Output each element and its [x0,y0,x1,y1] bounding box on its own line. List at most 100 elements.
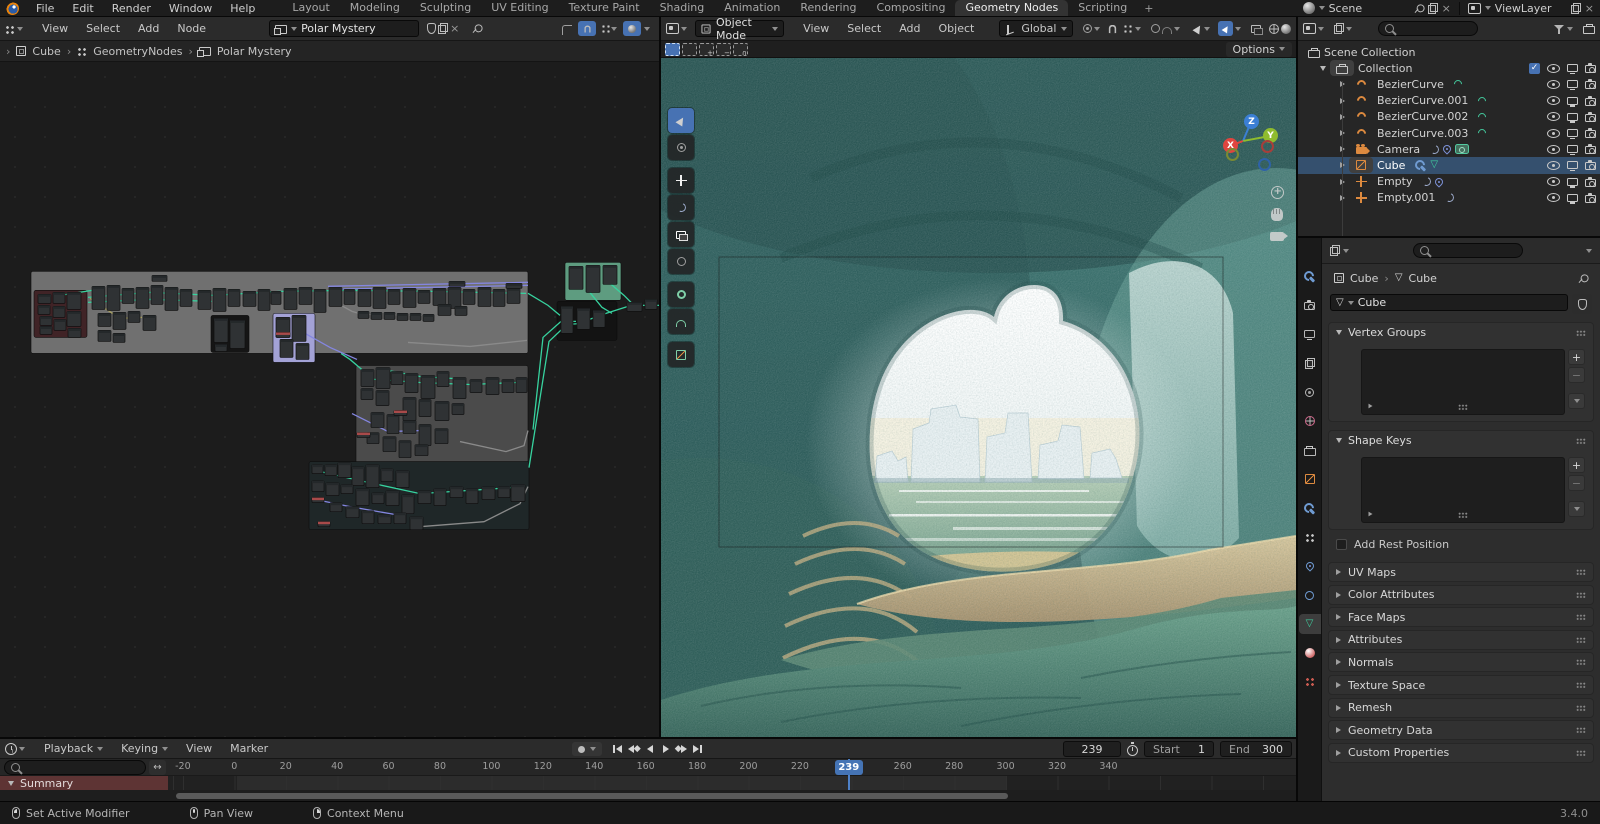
summary-expand-icon[interactable] [8,780,14,786]
disable-viewport-icon[interactable] [1567,80,1578,91]
show-gizmo-icon[interactable] [1192,22,1204,35]
falloff-caret[interactable] [1174,26,1181,31]
node[interactable] [229,320,246,349]
node[interactable] [477,286,492,307]
breadcrumb-back-icon[interactable]: › [6,45,10,58]
gizmo-axis-negative[interactable] [1226,148,1239,161]
timeline-menu-view[interactable]: View [177,740,221,757]
hide-viewport-icon[interactable] [1547,193,1560,203]
node[interactable] [592,310,606,328]
tab-modeling[interactable]: Modeling [340,0,410,17]
menu-render[interactable]: Render [103,0,160,17]
node[interactable] [91,285,106,310]
menu-edit[interactable]: Edit [63,0,102,17]
falloff-icon[interactable] [1162,26,1173,34]
tool-select-box[interactable] [668,108,694,133]
outliner-row-camera[interactable]: Camera [1298,141,1600,157]
node[interactable] [66,291,82,310]
node[interactable] [279,339,294,358]
panel-remesh[interactable]: Remesh [1328,697,1594,718]
display-mode-icon[interactable] [1334,23,1344,34]
scene-browse-caret[interactable] [1318,6,1325,10]
node[interactable] [135,286,150,309]
node[interactable] [386,414,400,434]
overlays-toggle-button[interactable] [1218,21,1233,36]
tab-scripting[interactable]: Scripting [1068,0,1137,17]
node-menu-node[interactable]: Node [168,20,215,37]
disable-viewport-icon[interactable] [1567,145,1578,156]
node[interactable] [585,264,601,293]
properties-tab-constraints[interactable] [1299,585,1321,605]
node[interactable] [420,375,436,399]
disclosure-icon[interactable] [1320,65,1326,71]
node[interactable] [164,286,179,311]
node[interactable] [197,289,212,310]
new-collection-icon[interactable] [1583,24,1595,34]
transport-prev-keyframe[interactable] [626,741,641,756]
timeline-editor-type-icon[interactable] [5,742,17,755]
delete-scene-icon[interactable]: × [1442,3,1451,14]
node[interactable] [432,287,447,306]
node[interactable] [395,470,410,488]
tool-annotate[interactable] [668,282,694,307]
node-group-name[interactable]: Polar Mystery [301,22,376,35]
keyframe-area[interactable] [0,776,1296,790]
panel-header-shape-keys[interactable]: Shape Keys [1329,431,1593,450]
menu-help[interactable]: Help [221,0,264,17]
node[interactable] [433,488,447,507]
outliner-row-cube[interactable]: Cube ▽ [1298,157,1600,174]
properties-tab-modifiers[interactable] [1299,498,1321,518]
snap-target-caret[interactable] [611,26,617,31]
outliner-row-empty[interactable]: Empty [1298,174,1600,190]
camera-view-icon[interactable] [1270,232,1288,241]
blender-logo-icon[interactable] [6,1,19,15]
mesh-name-field[interactable]: ▽ Cube [1330,294,1568,311]
disable-render-icon[interactable] [1585,176,1596,187]
node[interactable] [257,288,271,311]
end-frame-field[interactable]: End 300 [1220,741,1292,757]
viewport-render[interactable]: ZXY [661,58,1296,737]
tab-geometry-nodes[interactable]: Geometry Nodes [955,0,1069,17]
options-dropdown[interactable]: Options [1225,41,1292,57]
scrollbar-thumb[interactable] [176,792,1008,799]
panel-list-well[interactable] [1361,349,1565,415]
hide-viewport-icon[interactable] [1547,128,1560,138]
tool-transform[interactable] [668,249,694,274]
zoom-icon[interactable] [1270,186,1284,199]
timeline-menu-playback[interactable]: Playback [35,740,112,757]
node[interactable] [492,288,506,307]
exclude-checkbox[interactable]: ✓ [1529,62,1540,74]
breadcrumb-item-polar-mystery[interactable]: Polar Mystery [217,45,292,58]
properties-tab-material[interactable] [1299,643,1321,663]
select-mode-extend[interactable]: + [699,42,714,56]
timeline-menu-keying[interactable]: Keying [112,740,177,757]
node[interactable] [150,284,164,305]
panel-normals[interactable]: Normals [1328,652,1594,673]
outliner-row-beziercurve-002[interactable]: BezierCurve.002 [1298,109,1600,125]
tab-compositing[interactable]: Compositing [867,0,956,17]
viewlayer-browse-caret[interactable] [1484,6,1491,10]
disable-render-icon[interactable] [1585,192,1596,203]
pan-hand-icon[interactable] [1271,208,1283,221]
tool-add-cube[interactable] [668,342,694,367]
menu-file[interactable]: File [27,0,63,17]
proportional-edit-icon[interactable] [1151,24,1161,33]
overlays-caret[interactable] [1235,26,1241,31]
disable-viewport-icon[interactable] [1567,177,1578,188]
node-menu-add[interactable]: Add [129,20,168,37]
node[interactable] [485,377,500,395]
node[interactable] [375,367,391,389]
viewport-snap-caret[interactable] [1135,26,1142,31]
breadcrumb-item-cube[interactable]: Cube [32,45,60,58]
transport-jump-start[interactable] [610,741,625,756]
disable-viewport-icon[interactable] [1567,129,1578,140]
snap-target-icon[interactable] [601,23,611,34]
properties-options-caret[interactable] [1586,248,1592,253]
node[interactable] [402,397,417,421]
viewport-menu-select[interactable]: Select [838,20,890,37]
node[interactable] [418,424,432,446]
panel-face-maps[interactable]: Face Maps [1328,607,1594,628]
viewport-menu-view[interactable]: View [794,20,838,37]
outliner-row-empty-001[interactable]: Empty.001 [1298,190,1600,206]
hide-viewport-icon[interactable] [1547,96,1560,106]
